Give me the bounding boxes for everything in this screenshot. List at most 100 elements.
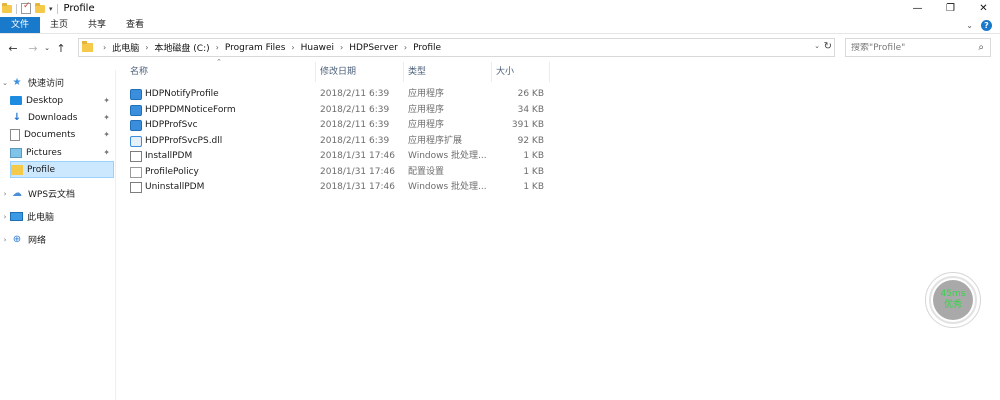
table-row[interactable]: HDPProfSvcPS.dll 2018/2/11 6:39 应用程序扩展 9…	[126, 134, 556, 150]
application-icon	[130, 104, 142, 116]
tab-home[interactable]: 主页	[40, 17, 78, 33]
file-date: 2018/2/11 6:39	[320, 89, 390, 99]
sidebar-item-label: WPS云文档	[28, 190, 76, 200]
batch-file-icon	[130, 151, 142, 163]
folder-icon	[11, 164, 23, 175]
address-dropdown-icon[interactable]: ⌄	[814, 42, 820, 50]
breadcrumb-separator-icon[interactable]: ›	[291, 43, 294, 52]
file-date: 2018/1/31 17:46	[320, 151, 395, 161]
navigation-pane: ⌄ ★ 快速访问 Desktop ✦ ↓ Downloads ✦ Documen…	[0, 70, 116, 400]
sidebar-item-downloads[interactable]: ↓ Downloads ✦	[10, 109, 114, 126]
file-type: 应用程序	[408, 89, 445, 99]
file-name-cell: UninstallPDM	[130, 180, 204, 196]
expand-ribbon-icon[interactable]: ⌄	[966, 21, 973, 30]
column-header-date[interactable]: 修改日期	[316, 62, 404, 82]
file-name: HDPPDMNoticeForm	[145, 104, 236, 115]
minimize-button[interactable]: —	[901, 0, 934, 17]
recent-locations-icon[interactable]: ⌄	[42, 44, 52, 52]
sidebar-item-label: Desktop	[26, 95, 64, 106]
search-box[interactable]: ⌕	[845, 38, 991, 57]
latency-value: 45ms	[940, 289, 966, 299]
column-header-type[interactable]: 类型	[404, 62, 492, 82]
search-input[interactable]	[851, 42, 969, 53]
desktop-icon	[10, 96, 22, 105]
file-name-cell: HDPProfSvc	[130, 118, 198, 134]
sidebar-item-label: Documents	[24, 129, 76, 140]
document-icon	[10, 128, 20, 141]
sidebar-item-network[interactable]: › ⊕ 网络	[0, 231, 116, 248]
table-row[interactable]: InstallPDM 2018/1/31 17:46 Windows 批处理..…	[126, 149, 556, 165]
breadcrumb-separator-icon[interactable]: ›	[103, 43, 106, 52]
breadcrumb-separator-icon[interactable]: ›	[145, 43, 148, 52]
sidebar-item-documents[interactable]: Documents ✦	[10, 126, 114, 143]
folder-icon	[2, 2, 12, 13]
properties-icon[interactable]	[21, 1, 31, 14]
breadcrumb-separator-icon[interactable]: ›	[216, 43, 219, 52]
breadcrumb-separator-icon[interactable]: ›	[340, 43, 343, 52]
ribbon-tabs: 文件 主页 共享 查看 ⌄ ?	[0, 17, 1000, 34]
table-row[interactable]: UninstallPDM 2018/1/31 17:46 Windows 批处理…	[126, 180, 556, 196]
sidebar-item-this-pc[interactable]: › 此电脑	[0, 208, 116, 225]
table-row[interactable]: HDPProfSvc 2018/2/11 6:39 应用程序 391 KB	[126, 118, 556, 134]
help-icon[interactable]: ?	[981, 20, 992, 31]
breadcrumb-local-disk[interactable]: 本地磁盘 (C:)	[154, 41, 209, 54]
expand-chevron-icon[interactable]: ›	[0, 190, 10, 198]
file-size: 34 KB	[517, 104, 544, 115]
breadcrumb-separator-icon[interactable]: ›	[404, 43, 407, 52]
expand-chevron-icon[interactable]: ›	[0, 236, 10, 244]
sidebar-item-label: 快速访问	[28, 79, 65, 89]
file-date: 2018/2/11 6:39	[320, 120, 390, 130]
file-name-cell: InstallPDM	[130, 149, 192, 165]
search-icon[interactable]: ⌕	[978, 42, 984, 53]
cloud-icon: ☁	[12, 188, 22, 199]
up-arrow-icon[interactable]: ↑	[54, 42, 68, 55]
window-title: Profile	[63, 3, 95, 14]
download-icon: ↓	[12, 112, 22, 123]
sidebar-item-label: 此电脑	[27, 213, 55, 223]
toolbar-divider	[16, 3, 17, 14]
breadcrumb-huawei[interactable]: Huawei	[301, 43, 334, 53]
new-folder-icon[interactable]	[35, 2, 45, 13]
close-button[interactable]: ✕	[967, 0, 1000, 17]
breadcrumb-program-files[interactable]: Program Files	[225, 43, 286, 53]
collapse-chevron-icon[interactable]: ⌄	[0, 79, 10, 87]
latency-core: 45ms 优秀	[933, 280, 973, 320]
sidebar-item-quick-access[interactable]: ⌄ ★ 快速访问	[0, 74, 116, 91]
forward-arrow-icon[interactable]: →	[26, 42, 40, 55]
breadcrumb-hdpserver[interactable]: HDPServer	[349, 43, 398, 53]
column-header-name[interactable]: 名称	[126, 62, 316, 82]
expand-chevron-icon[interactable]: ›	[0, 213, 10, 221]
file-name: ProfilePolicy	[145, 166, 199, 177]
file-name: HDPProfSvcPS.dll	[145, 135, 223, 146]
latency-ring: 45ms 优秀	[929, 276, 977, 324]
file-date: 2018/1/31 17:46	[320, 182, 395, 192]
pin-icon: ✦	[103, 148, 110, 157]
latency-widget[interactable]: 45ms 优秀	[925, 272, 981, 328]
customize-toolbar-icon[interactable]: ▾	[49, 5, 53, 13]
sidebar-item-label: Downloads	[28, 112, 78, 123]
back-arrow-icon[interactable]: ←	[6, 42, 20, 55]
sidebar-item-profile[interactable]: Profile	[10, 161, 114, 178]
tab-share[interactable]: 共享	[78, 17, 116, 33]
computer-icon	[10, 212, 23, 221]
file-type: 应用程序	[408, 120, 445, 130]
sidebar-item-wps-cloud[interactable]: › ☁ WPS云文档	[0, 185, 116, 202]
tab-file[interactable]: 文件	[0, 17, 41, 33]
refresh-icon[interactable]: ↻	[824, 41, 832, 52]
file-type: 应用程序	[408, 104, 445, 115]
sidebar-item-desktop[interactable]: Desktop ✦	[10, 92, 114, 109]
file-size: 92 KB	[517, 135, 544, 146]
table-row[interactable]: HDPPDMNoticeForm 2018/2/11 6:39 应用程序 34 …	[126, 103, 556, 119]
address-bar[interactable]: › 此电脑 › 本地磁盘 (C:) › Program Files › Huaw…	[78, 38, 835, 57]
table-row[interactable]: ProfilePolicy 2018/1/31 17:46 配置设置 1 KB	[126, 165, 556, 181]
breadcrumb-profile[interactable]: Profile	[413, 43, 441, 53]
pin-icon: ✦	[103, 130, 110, 139]
breadcrumb-this-pc[interactable]: 此电脑	[112, 41, 139, 54]
table-row[interactable]: HDPNotifyProfile 2018/2/11 6:39 应用程序 26 …	[126, 87, 556, 103]
column-header-size[interactable]: 大小	[492, 62, 550, 82]
sidebar-item-pictures[interactable]: Pictures ✦	[10, 144, 114, 161]
sidebar-item-label: Profile	[27, 164, 55, 175]
maximize-button[interactable]: ❐	[934, 0, 967, 17]
dll-file-icon	[130, 135, 142, 147]
tab-view[interactable]: 查看	[116, 17, 154, 33]
